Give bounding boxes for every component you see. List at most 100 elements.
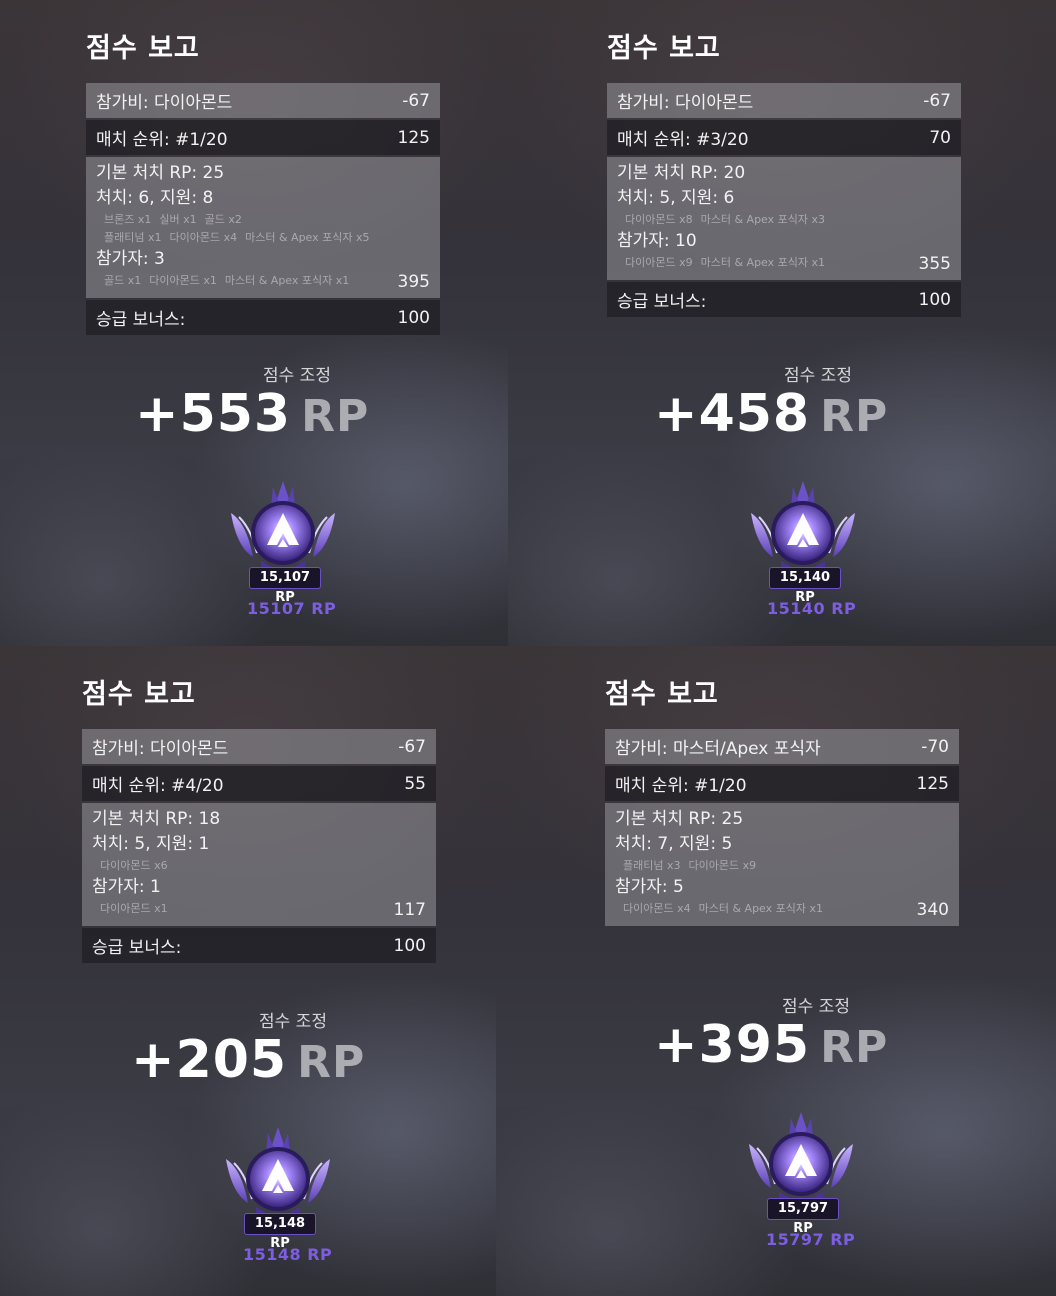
score-breakdown: 참가비: 다이아몬드 -67 매치 순위: #4/20 55 기본 처치 RP:… [82, 729, 436, 965]
participant-tier-item: 마스터 & Apex 포식자 x1 [700, 256, 825, 269]
participants: 참가자: 5 [615, 877, 684, 897]
promotion-bonus-value: 100 [397, 307, 430, 328]
placement-value: 70 [929, 127, 951, 148]
placement-value: 125 [916, 773, 949, 794]
score-report-panel-1: 점수 보고 참가비: 다이아몬드 -67 매치 순위: #1/20 125 기본… [0, 0, 508, 646]
kills-assists: 처치: 6, 지원: 8 [96, 188, 214, 208]
score-adjustment-label: 점수 조정 [782, 997, 850, 1017]
adjustment-amount: +458 [654, 384, 811, 444]
participants: 참가자: 10 [617, 231, 697, 251]
kill-tier-item: 실버 x1 [159, 213, 197, 226]
kills-total: 395 [397, 272, 430, 292]
kill-tier-list: 플래티넘 x1 다이아몬드 x4 마스터 & Apex 포식자 x5 [96, 229, 430, 247]
kill-tier-item: 마스터 & Apex 포식자 x3 [700, 213, 825, 226]
promotion-bonus-label: 승급 보너스: [617, 292, 707, 312]
participants: 참가자: 1 [92, 877, 161, 897]
participant-tier-item: 다이아몬드 x9 [625, 256, 693, 269]
adjustment-amount: +205 [131, 1030, 288, 1090]
kill-base-rp: 기본 처치 RP: 25 [96, 163, 225, 183]
promotion-bonus-label: 승급 보너스: [92, 938, 182, 958]
entry-cost-label: 참가비: 다이아몬드 [96, 93, 233, 113]
apex-master-rank-icon [743, 477, 863, 597]
promotion-bonus-value: 100 [918, 289, 951, 310]
entry-cost-value: -67 [402, 90, 430, 111]
panel-title: 점수 보고 [605, 679, 719, 710]
placement-row: 매치 순위: #1/20 125 [86, 120, 440, 155]
total-rp: 15148 RP [243, 1245, 333, 1264]
kill-tier-item: 다이아몬드 x6 [100, 859, 168, 872]
kill-base-rp: 기본 처치 RP: 25 [615, 809, 744, 829]
entry-cost-row: 참가비: 다이아몬드 -67 [86, 83, 440, 118]
adjustment-amount: +553 [135, 384, 292, 444]
participant-tier-item: 다이아몬드 x1 [149, 274, 217, 287]
entry-cost-label: 참가비: 다이아몬드 [92, 739, 229, 759]
placement-label: 매치 순위: #1/20 [615, 776, 747, 796]
kills-total: 117 [393, 900, 426, 920]
kills-total: 355 [918, 254, 951, 274]
kill-tier-item: 브론즈 x1 [104, 213, 152, 226]
score-adjustment-value: +458 RP [654, 384, 888, 444]
participant-tier-item: 다이아몬드 x4 [623, 902, 691, 915]
kills-block: 기본 처치 RP: 25 처치: 6, 지원: 8 브론즈 x1 실버 x1 골드 … [86, 157, 440, 298]
kills-block: 기본 처치 RP: 20 처치: 5, 지원: 6 다이아몬드 x8 마스터 & … [607, 157, 961, 280]
kills-assists: 처치: 5, 지원: 1 [92, 834, 210, 854]
participant-tier-list: 다이아몬드 x1 [92, 900, 426, 918]
entry-cost-row: 참가비: 다이아몬드 -67 [82, 729, 436, 764]
promotion-bonus-row: 승급 보너스: 100 [82, 928, 436, 963]
score-breakdown: 참가비: 다이아몬드 -67 매치 순위: #3/20 70 기본 처치 RP:… [607, 83, 961, 319]
placement-label: 매치 순위: #4/20 [92, 776, 224, 796]
placement-row: 매치 순위: #4/20 55 [82, 766, 436, 801]
placement-row: 매치 순위: #3/20 70 [607, 120, 961, 155]
promotion-bonus-row: 승급 보너스: 100 [607, 282, 961, 317]
kill-tier-item: 마스터 & Apex 포식자 x5 [245, 231, 370, 244]
placement-label: 매치 순위: #1/20 [96, 130, 228, 150]
kill-tier-item: 플래티넘 x1 [104, 231, 162, 244]
score-adjustment-value: +395 RP [654, 1015, 888, 1075]
score-adjustment-label: 점수 조정 [784, 366, 852, 386]
kills-assists: 처치: 7, 지원: 5 [615, 834, 733, 854]
entry-cost-row: 참가비: 마스터/Apex 포식자 -70 [605, 729, 959, 764]
adjustment-unit: RP [297, 1037, 366, 1088]
adjustment-unit: RP [301, 391, 370, 442]
participant-tier-list: 다이아몬드 x4 마스터 & Apex 포식자 x1 [615, 900, 949, 918]
entry-cost-label: 참가비: 마스터/Apex 포식자 [615, 739, 821, 759]
kill-tier-list: 다이아몬드 x6 [92, 857, 426, 875]
placement-value: 55 [404, 773, 426, 794]
apex-master-rank-icon [218, 1123, 338, 1243]
promotion-bonus-value: 100 [393, 935, 426, 956]
kills-assists: 처치: 5, 지원: 6 [617, 188, 735, 208]
score-adjustment-value: +553 RP [135, 384, 369, 444]
score-adjustment-label: 점수 조정 [263, 366, 331, 386]
score-adjustment-value: +205 RP [131, 1030, 365, 1090]
score-breakdown: 참가비: 마스터/Apex 포식자 -70 매치 순위: #1/20 125 기… [605, 729, 959, 928]
panel-title: 점수 보고 [86, 33, 200, 64]
kill-tier-item: 플래티넘 x3 [623, 859, 681, 872]
kill-tier-item: 다이아몬드 x9 [688, 859, 757, 872]
score-report-panel-2: 점수 보고 참가비: 다이아몬드 -67 매치 순위: #3/20 70 기본 … [508, 0, 1056, 646]
promotion-bonus-label: 승급 보너스: [96, 310, 186, 330]
promotion-bonus-row: 승급 보너스: 100 [86, 300, 440, 335]
entry-cost-value: -70 [921, 736, 949, 757]
participant-tier-item: 골드 x1 [104, 274, 142, 287]
entry-cost-value: -67 [398, 736, 426, 757]
panel-title: 점수 보고 [82, 679, 196, 710]
total-rp: 15797 RP [766, 1230, 856, 1249]
kill-tier-list: 브론즈 x1 실버 x1 골드 x2 [96, 211, 430, 229]
entry-cost-row: 참가비: 다이아몬드 -67 [607, 83, 961, 118]
participant-tier-list: 골드 x1 다이아몬드 x1 마스터 & Apex 포식자 x1 [96, 272, 430, 290]
total-rp: 15140 RP [767, 599, 857, 618]
kills-block: 기본 처치 RP: 18 처치: 5, 지원: 1 다이아몬드 x6 참가자: … [82, 803, 436, 926]
kill-tier-item: 다이아몬드 x8 [625, 213, 693, 226]
apex-master-rank-icon [741, 1108, 861, 1228]
kill-tier-item: 골드 x2 [204, 213, 242, 226]
kill-tier-list: 플래티넘 x3 다이아몬드 x9 [615, 857, 949, 875]
kill-base-rp: 기본 처치 RP: 18 [92, 809, 221, 829]
total-rp: 15107 RP [247, 599, 337, 618]
adjustment-unit: RP [820, 391, 889, 442]
kill-base-rp: 기본 처치 RP: 20 [617, 163, 746, 183]
adjustment-unit: RP [820, 1022, 889, 1073]
score-report-panel-3: 점수 보고 참가비: 다이아몬드 -67 매치 순위: #4/20 55 기본 … [0, 646, 496, 1296]
adjustment-amount: +395 [654, 1015, 811, 1075]
placement-row: 매치 순위: #1/20 125 [605, 766, 959, 801]
entry-cost-value: -67 [923, 90, 951, 111]
